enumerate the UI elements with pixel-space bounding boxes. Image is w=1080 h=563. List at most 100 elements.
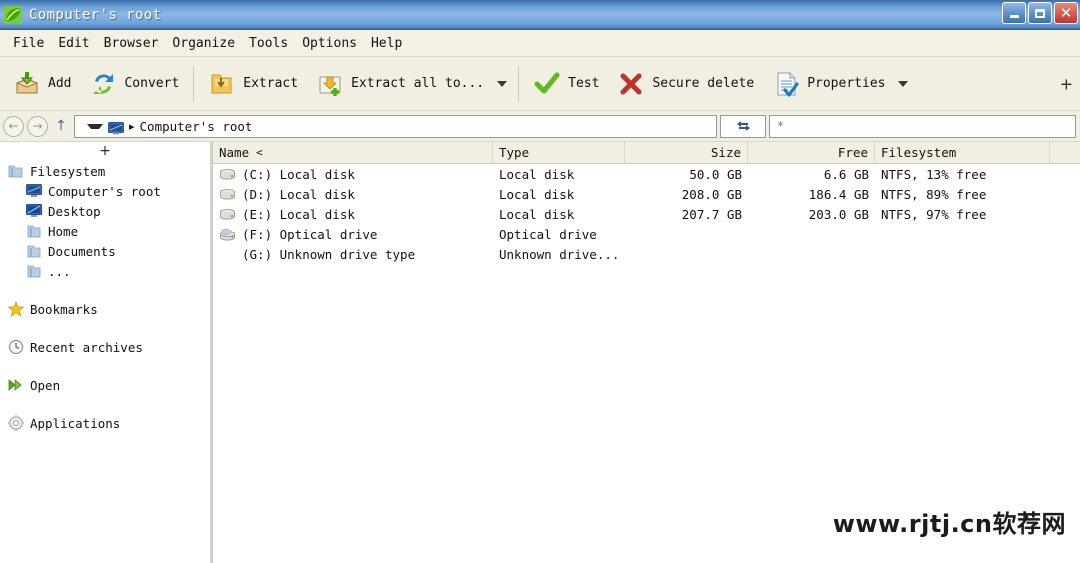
test-button[interactable]: Test xyxy=(524,61,608,107)
properties-dropdown-icon[interactable] xyxy=(898,80,909,87)
window-title: Computer's root xyxy=(29,6,162,23)
sidebar-label: Filesystem xyxy=(30,163,106,179)
search-input[interactable] xyxy=(775,118,1070,134)
sidebar-item-filesystem[interactable]: Filesystem xyxy=(0,161,210,181)
sidebar-label: Recent archives xyxy=(30,339,143,355)
sidebar-item-home[interactable]: Home xyxy=(0,221,210,241)
back-button[interactable]: ← xyxy=(3,115,24,137)
secure-delete-button[interactable]: Secure delete xyxy=(608,61,763,107)
hard-disk-icon xyxy=(219,168,236,181)
sidebar-label: Documents xyxy=(48,243,116,259)
breadcrumb-current-path: Computer's root xyxy=(139,118,253,134)
sidebar-label: Home xyxy=(48,223,79,239)
table-row[interactable]: (G:) Unknown drive type Unknown drive... xyxy=(213,244,1080,264)
menu-item-tools[interactable]: Tools xyxy=(242,34,295,53)
sidebar-item-computers-root[interactable]: Computer's root xyxy=(0,181,210,201)
sidebar-item-open[interactable]: Open xyxy=(0,375,210,395)
sidebar-item-applications[interactable]: Applications xyxy=(0,413,210,433)
cell-name: (E:) Local disk xyxy=(213,207,493,222)
extract-button[interactable]: Extract xyxy=(199,61,307,107)
column-header-name[interactable]: Name < xyxy=(213,142,493,163)
sidebar-item-recent-archives[interactable]: Recent archives xyxy=(0,337,210,357)
peazip-file-browser-window: Computer's root ✕ File Edit Browser Orga… xyxy=(0,0,1080,563)
sidebar-add-button[interactable]: + xyxy=(0,142,210,161)
column-header-free[interactable]: Free xyxy=(748,142,875,163)
convert-label: Convert xyxy=(124,76,180,91)
cell-type: Unknown drive... xyxy=(499,246,620,262)
up-button[interactable]: ↑ xyxy=(51,118,71,134)
sidebar-item-bookmarks[interactable]: Bookmarks xyxy=(0,299,210,319)
menu-item-edit[interactable]: Edit xyxy=(51,34,96,53)
title-bar: Computer's root ✕ xyxy=(0,0,1080,30)
cell-name-text: (F:) Optical drive xyxy=(242,226,378,242)
close-button[interactable]: ✕ xyxy=(1054,2,1078,24)
column-label-type: Type xyxy=(499,145,530,160)
properties-button[interactable]: Properties xyxy=(763,61,894,107)
minimize-button[interactable] xyxy=(1002,2,1026,24)
cell-name-text: (G:) Unknown drive type xyxy=(242,246,416,262)
forward-button[interactable]: → xyxy=(27,115,48,137)
sidebar-label: Applications xyxy=(30,415,121,431)
column-header-filesystem[interactable]: Filesystem xyxy=(875,142,1050,163)
menu-item-file[interactable]: File xyxy=(6,34,51,53)
hard-disk-icon xyxy=(219,188,236,201)
add-button[interactable]: Add xyxy=(4,61,80,107)
add-label: Add xyxy=(48,76,72,91)
extract-all-dropdown-icon[interactable] xyxy=(497,80,508,87)
column-header-size[interactable]: Size xyxy=(625,142,748,163)
table-row[interactable]: (D:) Local disk Local disk 208.0 GB 186.… xyxy=(213,184,1080,204)
column-label-free: Free xyxy=(837,145,868,160)
green-arrows-icon xyxy=(8,377,24,393)
table-row[interactable]: (E:) Local disk Local disk 207.7 GB 203.… xyxy=(213,204,1080,224)
folder-icon xyxy=(26,243,42,259)
maximize-icon xyxy=(1035,8,1045,18)
breadcrumb-separator-icon: ▸ xyxy=(129,119,135,133)
star-icon xyxy=(7,300,25,317)
search-box[interactable] xyxy=(769,114,1076,138)
hard-disk-icon xyxy=(219,208,236,221)
sidebar-label: ... xyxy=(48,263,71,279)
sidebar-item-documents[interactable]: Documents xyxy=(0,241,210,261)
extract-label: Extract xyxy=(243,76,299,91)
toolbar-overflow-button[interactable]: + xyxy=(1060,74,1073,93)
menu-item-help[interactable]: Help xyxy=(364,34,409,53)
cell-free: 186.4 GB xyxy=(808,186,869,202)
path-breadcrumb-bar[interactable]: ▸ Computer's root xyxy=(74,114,717,138)
document-properties-icon xyxy=(772,70,800,98)
menu-item-options[interactable]: Options xyxy=(295,34,364,53)
red-x-icon xyxy=(617,70,645,98)
convert-button[interactable]: Convert xyxy=(80,61,188,107)
cell-free: 6.6 GB xyxy=(823,166,869,182)
sidebar-item-more[interactable]: ... xyxy=(0,261,210,281)
cell-type: Local disk xyxy=(499,186,575,202)
sidebar-item-desktop[interactable]: Desktop xyxy=(0,201,210,221)
sidebar-label: Desktop xyxy=(48,203,101,219)
column-header-filler xyxy=(1050,142,1080,163)
menu-item-organize[interactable]: Organize xyxy=(165,34,242,53)
menu-item-browser[interactable]: Browser xyxy=(97,34,166,53)
minimize-icon xyxy=(1009,15,1019,18)
peazip-leaf-icon xyxy=(4,5,22,24)
gear-icon xyxy=(8,415,24,431)
maximize-button[interactable] xyxy=(1028,2,1052,24)
file-list-pane: Name < Type Size Free Filesystem (C:) Lo… xyxy=(212,142,1080,563)
table-row[interactable]: (F:) Optical drive Optical drive xyxy=(213,224,1080,244)
sidebar-label: Bookmarks xyxy=(30,301,98,317)
column-header-type[interactable]: Type xyxy=(493,142,625,163)
cell-size: 208.0 GB xyxy=(681,186,742,202)
desktop-icon xyxy=(26,203,42,219)
cell-size: 207.7 GB xyxy=(681,206,742,222)
sort-indicator-icon: < xyxy=(256,146,263,159)
refresh-button[interactable] xyxy=(720,114,766,138)
table-row[interactable]: (C:) Local disk Local disk 50.0 GB 6.6 G… xyxy=(213,164,1080,184)
path-history-dropdown-icon[interactable] xyxy=(87,123,103,129)
extract-all-to-button[interactable]: Extract all to... xyxy=(307,61,493,107)
folder-icon xyxy=(26,263,42,279)
close-icon: ✕ xyxy=(1059,3,1073,22)
cell-filesystem: NTFS, 89% free xyxy=(881,186,987,202)
sidebar-label: Open xyxy=(30,377,61,393)
cell-name: (G:) Unknown drive type xyxy=(213,247,493,262)
